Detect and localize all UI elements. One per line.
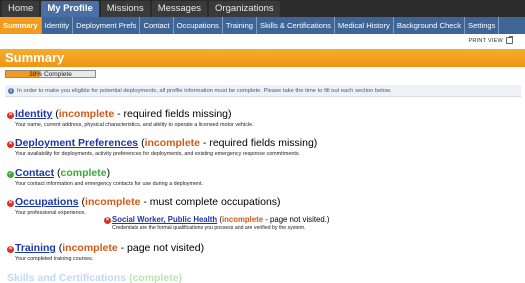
subnav-skills-certifications[interactable]: Skills & Certifications bbox=[257, 17, 335, 34]
check-icon: ✓ bbox=[7, 171, 14, 178]
status-incomplete: incomplete bbox=[58, 108, 115, 120]
tab-my-profile[interactable]: My Profile bbox=[41, 1, 99, 17]
skills-certifications-link[interactable]: Skills and Certifications bbox=[7, 272, 126, 283]
status-incomplete: incomplete bbox=[144, 137, 200, 149]
subnav-background-check[interactable]: Background Check bbox=[394, 17, 465, 34]
deployment-preferences-link[interactable]: Deployment Preferences bbox=[15, 137, 138, 149]
error-icon: × bbox=[7, 112, 14, 119]
subnav-medical-history[interactable]: Medical History bbox=[335, 17, 394, 34]
subnav-occupations[interactable]: Occupations bbox=[174, 17, 223, 34]
section-description: Your contact information and emergency c… bbox=[15, 181, 203, 187]
contact-link[interactable]: Contact bbox=[15, 167, 54, 179]
tab-missions[interactable]: Missions bbox=[100, 1, 150, 17]
progress-text: 38% Complete bbox=[29, 71, 72, 78]
top-navigation: Home My Profile Missions Messages Organi… bbox=[0, 0, 525, 17]
subnav-deployment-prefs[interactable]: Deployment Prefs bbox=[73, 17, 141, 34]
error-icon: × bbox=[7, 246, 14, 253]
error-icon: × bbox=[7, 200, 14, 207]
status-complete: complete bbox=[60, 167, 107, 179]
section-description: Your availability for deployments, activ… bbox=[15, 151, 301, 157]
print-view-link[interactable]: PRINT VIEW bbox=[468, 37, 513, 44]
subnav-contact[interactable]: Contact bbox=[140, 17, 174, 34]
subnav-settings[interactable]: Settings bbox=[465, 17, 500, 34]
profile-progress-bar: 38% Complete bbox=[5, 70, 96, 78]
error-icon: × bbox=[7, 141, 14, 148]
tab-home[interactable]: Home bbox=[2, 1, 40, 17]
section-description: Your name, current address, physical cha… bbox=[15, 122, 254, 128]
section-description: Your completed training courses. bbox=[15, 256, 94, 262]
info-message: i In order to make you eligible for pote… bbox=[5, 85, 521, 97]
print-view-label: PRINT VIEW bbox=[468, 37, 503, 44]
error-icon: × bbox=[104, 217, 111, 224]
section-skills-certifications: Skills and Certifications (complete) bbox=[7, 272, 182, 283]
tab-organizations[interactable]: Organizations bbox=[209, 1, 280, 17]
occupation-link[interactable]: Social Worker, Public Health bbox=[112, 215, 217, 224]
summary-header-bar: Summary bbox=[0, 49, 525, 67]
occupations-link[interactable]: Occupations bbox=[15, 196, 79, 208]
status-incomplete: incomplete bbox=[62, 242, 118, 254]
profile-subnav: Summary Identity Deployment Prefs Contac… bbox=[0, 17, 525, 34]
subnav-training[interactable]: Training bbox=[223, 17, 258, 34]
info-icon: i bbox=[8, 88, 14, 94]
subnav-identity[interactable]: Identity bbox=[42, 17, 74, 34]
subnav-summary[interactable]: Summary bbox=[0, 17, 42, 34]
occupation-description: Credentials are the formal qualification… bbox=[112, 225, 306, 231]
info-text: In order to make you eligible for potent… bbox=[17, 88, 392, 94]
identity-link[interactable]: Identity bbox=[15, 108, 52, 120]
tab-messages[interactable]: Messages bbox=[151, 1, 208, 17]
status-incomplete: incomplete bbox=[85, 196, 141, 208]
external-link-icon bbox=[506, 37, 513, 44]
page-title: Summary bbox=[5, 50, 65, 65]
section-description: Your professional experience. bbox=[15, 210, 86, 216]
training-link[interactable]: Training bbox=[15, 242, 56, 254]
status-complete: (complete) bbox=[128, 272, 183, 283]
status-incomplete: incomplete bbox=[221, 215, 264, 224]
